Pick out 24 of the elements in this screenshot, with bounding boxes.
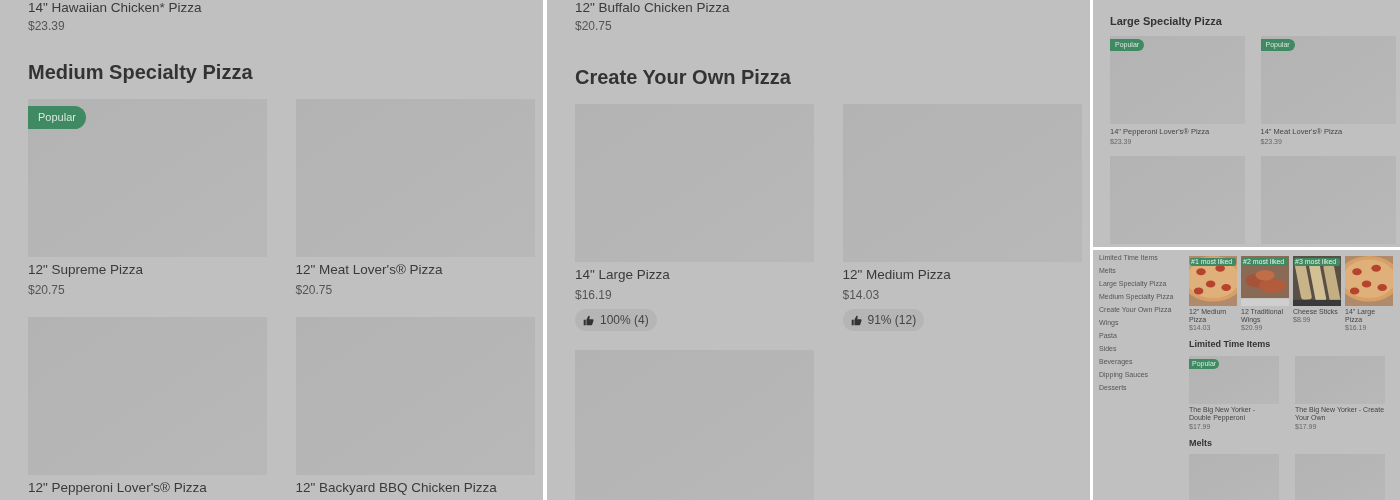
thumbs-up-icon: [850, 314, 862, 326]
section-heading: Medium Specialty Pizza: [28, 60, 254, 84]
item-price: $14.03: [842, 287, 881, 303]
item-name: 12" Pepperoni Lover's® Pizza: [28, 479, 208, 497]
item-name: 12" Buffalo Chicken Pizza: [575, 0, 731, 16]
item-name: 12" Meat Lover's® Pizza: [295, 261, 444, 279]
popular-badge: Popular: [28, 106, 86, 129]
item-price: $20.75: [295, 282, 334, 298]
item-name: 14" Large Pizza: [575, 266, 671, 284]
thumbs-up-icon: [583, 314, 594, 326]
item-price: $23.39: [28, 18, 66, 34]
item-price: $16.19: [575, 287, 613, 303]
rating-text: 100% (4): [600, 312, 649, 329]
item-name: 12" Supreme Pizza: [28, 261, 145, 279]
item-name: 12" Backyard BBQ Chicken Pizza: [295, 479, 498, 497]
rating-text: 91% (12): [867, 312, 917, 329]
item-price: $20.75: [575, 18, 613, 34]
item-price: $20.75: [28, 282, 66, 298]
section-heading: Melts: [1189, 436, 1213, 450]
section-heading: Create Your Own Pizza: [575, 65, 792, 89]
item-name: 14" Hawaiian Chicken* Pizza: [28, 0, 203, 16]
item-name: 12" Medium Pizza: [842, 266, 952, 284]
section-heading: Large Specialty Pizza: [1110, 14, 1223, 29]
section-heading: Limited Time Items: [1189, 338, 1272, 351]
